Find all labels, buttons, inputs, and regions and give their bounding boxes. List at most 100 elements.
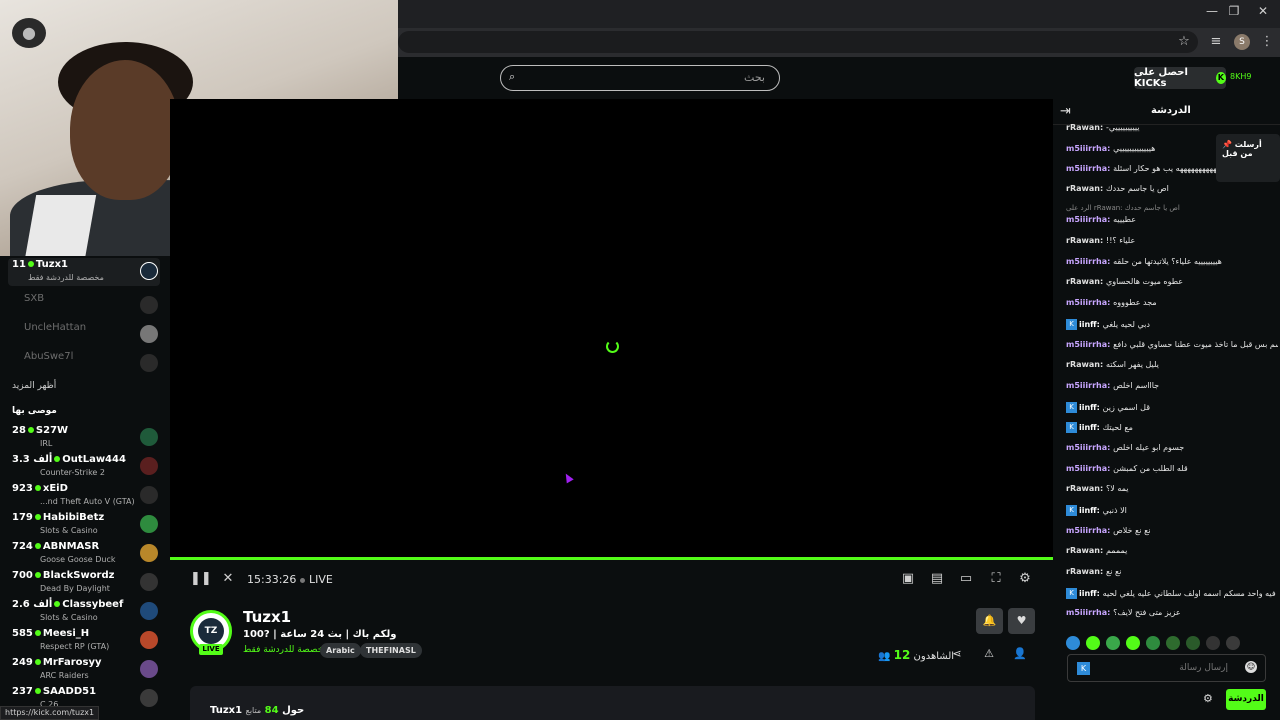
chat-username[interactable]: iinff bbox=[1079, 320, 1097, 329]
emote-icon[interactable] bbox=[1146, 636, 1160, 650]
mini-player-icon[interactable]: ▣ bbox=[899, 571, 917, 586]
chat-username[interactable]: m5iiirrha bbox=[1066, 257, 1107, 266]
sidebar-item-recommended[interactable]: 2.6 ألف Classybeef Slots & Casino bbox=[8, 598, 160, 626]
pinned-message[interactable]: 📌 أرسلت من قبل bbox=[1216, 134, 1280, 182]
chat-username[interactable]: rRawan bbox=[1066, 277, 1100, 286]
sidebar-item-recommended[interactable]: 179 HabibiBetz Slots & Casino bbox=[8, 511, 160, 539]
chat-username[interactable]: m5iiirrha bbox=[1066, 381, 1107, 390]
chat-settings-gear-icon[interactable]: ⚙ bbox=[1203, 692, 1213, 705]
chat-text: دبي لحيه يلغي bbox=[1102, 320, 1150, 329]
chat-username[interactable]: rRawan bbox=[1066, 546, 1100, 555]
chat-username[interactable]: m5iiirrha bbox=[1066, 164, 1107, 173]
chat-username[interactable]: m5iiirrha bbox=[1066, 526, 1107, 535]
chat-message: Kiinff: الا ذنبي bbox=[1066, 505, 1278, 519]
chat-message: m5iiirrha: جاااسم اخلص bbox=[1066, 381, 1278, 395]
url-box[interactable] bbox=[398, 31, 1198, 53]
sidebar-item-offline[interactable]: AbuSwe7l bbox=[8, 350, 160, 378]
sidebar-item-recommended[interactable]: 923 xEiD ...nd Theft Auto V (GTA) bbox=[8, 482, 160, 510]
chat-username[interactable]: rRawan bbox=[1066, 567, 1100, 576]
share-icon[interactable]: ⋖ bbox=[949, 647, 965, 660]
profile-avatar[interactable]: S bbox=[1234, 34, 1250, 50]
settings-gear-icon[interactable]: ⚙ bbox=[1016, 571, 1034, 586]
follow-heart-button[interactable]: ♥ bbox=[1008, 608, 1035, 634]
chat-send-button[interactable]: الدردشة bbox=[1226, 689, 1266, 710]
sidebar-item-recommended[interactable]: 585 Meesi_H Respect RP (GTA) bbox=[8, 627, 160, 655]
chat-username[interactable]: iinff bbox=[1079, 423, 1097, 432]
live-dot-icon bbox=[34, 514, 41, 520]
mute-icon[interactable]: ✕ bbox=[219, 571, 237, 586]
reply-preview[interactable]: الرد على rRawan: اص يا جاسم حددك bbox=[1066, 204, 1266, 212]
close-window-button[interactable]: ✕ bbox=[1251, 4, 1275, 18]
report-icon[interactable]: ⚠ bbox=[981, 647, 997, 660]
chat-username[interactable]: m5iiirrha bbox=[1066, 340, 1107, 349]
chat-username[interactable]: rRawan bbox=[1066, 236, 1100, 245]
sidebar-item-recommended[interactable]: 3.3 ألف OutLaw444 Counter-Strike 2 bbox=[8, 453, 160, 481]
chat-username[interactable]: m5iiirrha bbox=[1066, 144, 1107, 153]
avatar bbox=[140, 325, 158, 343]
emote-icon[interactable] bbox=[1226, 636, 1240, 650]
sidebar-item-offline[interactable]: UncleHattan bbox=[8, 321, 160, 349]
cam-jacket bbox=[23, 195, 97, 256]
chat-username[interactable]: rRawan bbox=[1066, 360, 1100, 369]
notification-bell-button[interactable]: 🔔 bbox=[976, 608, 1003, 634]
chat-username[interactable]: m5iiirrha bbox=[1066, 215, 1107, 224]
tag-custom[interactable]: THEFINASL bbox=[360, 643, 422, 658]
chat-username[interactable]: rRawan bbox=[1066, 484, 1100, 493]
chat-username[interactable]: m5iiirrha bbox=[1066, 443, 1107, 452]
chat-message: m5iiirrha: هييييييييه علياء؟ يلاتيدتها م… bbox=[1066, 257, 1278, 271]
media-controls-icon[interactable]: ≡ bbox=[1207, 34, 1225, 49]
chat-text: هيييييييييييييي bbox=[1113, 144, 1156, 153]
browser-menu-icon[interactable]: ⋮ bbox=[1258, 34, 1276, 49]
bookmark-star-icon[interactable]: ☆ bbox=[1175, 34, 1193, 49]
search-input[interactable]: ⌕ بحث bbox=[500, 65, 780, 91]
live-dot-icon bbox=[34, 485, 41, 491]
chat-collapse-icon[interactable]: ⇥ bbox=[1060, 104, 1071, 119]
stream-category[interactable]: مخصصة للدردشة فقط bbox=[243, 645, 328, 655]
show-more-link[interactable]: أظهر المزيد bbox=[12, 381, 56, 391]
sidebar-item-current-channel[interactable]: 11 Tuzx1 مخصصة للدردشة فقط bbox=[8, 258, 160, 286]
tag-language[interactable]: Arabic bbox=[320, 643, 361, 658]
video-player[interactable] bbox=[170, 99, 1053, 559]
chat-username[interactable]: iinff bbox=[1079, 506, 1097, 515]
sidebar-item-recommended[interactable]: 28 S27W IRL bbox=[8, 424, 160, 452]
live-indicator[interactable]: LIVE bbox=[300, 573, 333, 586]
sidebar-item-recommended[interactable]: 700 BlackSwordz Dead By Daylight bbox=[8, 569, 160, 597]
avatar bbox=[140, 354, 158, 372]
emote-icon[interactable] bbox=[1086, 636, 1100, 650]
left-sidebar: 11 Tuzx1 مخصصة للدردشة فقط SXB UncleHatta… bbox=[0, 256, 170, 720]
chat-username[interactable]: rRawan bbox=[1066, 123, 1100, 132]
chat-username[interactable]: rRawan bbox=[1066, 184, 1100, 193]
sidebar-item-offline[interactable]: SXB bbox=[8, 292, 160, 320]
chat-username[interactable]: m5iiirrha bbox=[1066, 464, 1107, 473]
pin-icon: 📌 bbox=[1222, 140, 1235, 149]
emote-icon[interactable] bbox=[1106, 636, 1120, 650]
restore-button[interactable]: ❐ bbox=[1222, 4, 1246, 18]
channel-name[interactable]: Tuzx1 bbox=[243, 608, 291, 626]
avatar bbox=[140, 262, 158, 280]
avatar bbox=[140, 457, 158, 475]
emote-icon[interactable] bbox=[1186, 636, 1200, 650]
chat-username[interactable]: iinff bbox=[1079, 589, 1097, 598]
theater-mode-icon[interactable]: ▤ bbox=[928, 571, 946, 586]
minimize-button[interactable]: — bbox=[1200, 4, 1224, 18]
emote-icon[interactable] bbox=[1066, 636, 1080, 650]
chat-text: -ييييييييييي bbox=[1105, 123, 1140, 132]
sidebar-item-recommended[interactable]: 724 ABNMASR Goose Goose Duck bbox=[8, 540, 160, 568]
user-menu[interactable]: 8KH9 bbox=[1230, 72, 1251, 81]
emote-icon[interactable] bbox=[1206, 636, 1220, 650]
fullscreen-icon[interactable]: ⛶ bbox=[987, 571, 1005, 586]
chat-username[interactable]: iinff bbox=[1079, 403, 1097, 412]
chat-input-box[interactable]: K ☺ bbox=[1067, 654, 1266, 682]
pause-icon[interactable]: ❚❚ bbox=[190, 571, 212, 586]
chat-username[interactable]: m5iiirrha bbox=[1066, 608, 1107, 617]
emote-icon[interactable] bbox=[1166, 636, 1180, 650]
emoji-picker-icon[interactable]: ☺ bbox=[1245, 661, 1257, 673]
chat-message-input[interactable] bbox=[1096, 659, 1228, 677]
user-icon[interactable]: 👤 bbox=[1012, 647, 1028, 660]
get-kicks-button[interactable]: احصل على KICKs K bbox=[1134, 67, 1226, 89]
sidebar-item-recommended[interactable]: 249 MrFarosyy ARC Raiders bbox=[8, 656, 160, 684]
chat-username[interactable]: m5iiirrha bbox=[1066, 298, 1107, 307]
cast-icon[interactable]: ▭ bbox=[957, 571, 975, 586]
emote-icon[interactable] bbox=[1126, 636, 1140, 650]
chat-text: الا ذنبي bbox=[1102, 506, 1127, 515]
